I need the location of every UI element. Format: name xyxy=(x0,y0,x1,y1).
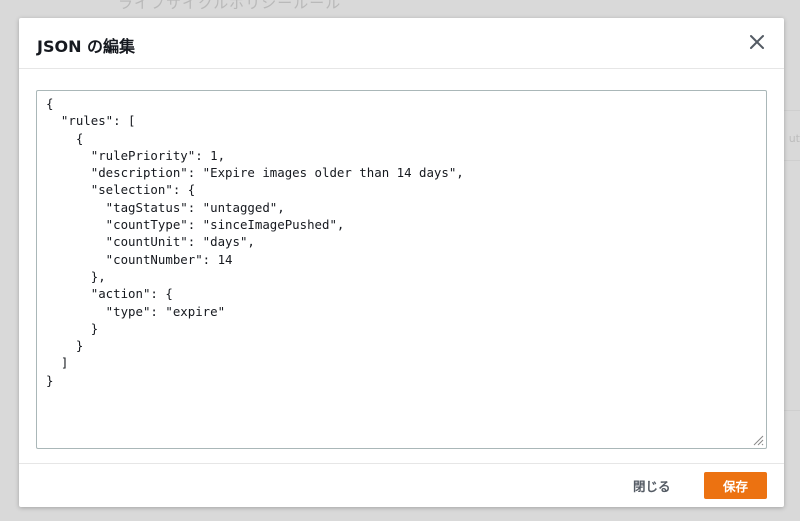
close-icon[interactable] xyxy=(748,33,766,51)
save-button[interactable]: 保存 xyxy=(704,472,767,499)
modal-title: JSON の編集 xyxy=(37,37,136,56)
resize-handle-icon[interactable] xyxy=(752,434,764,446)
json-editor-content[interactable]: { "rules": [ { "rulePriority": 1, "descr… xyxy=(37,91,766,389)
background-heading: ライフサイクルポリシールール xyxy=(118,0,342,12)
close-button[interactable]: 閉じる xyxy=(625,472,679,498)
modal-footer: 閉じる 保存 xyxy=(19,463,784,507)
modal-header: JSON の編集 xyxy=(19,18,784,69)
json-editor-textarea[interactable]: { "rules": [ { "rulePriority": 1, "descr… xyxy=(36,90,767,449)
close-icon-glyph xyxy=(750,35,764,49)
background-right-text: ut xyxy=(788,132,800,145)
modal-body: { "rules": [ { "rulePriority": 1, "descr… xyxy=(19,69,784,463)
edit-json-modal: JSON の編集 { "rules": [ { "rulePriority": … xyxy=(19,18,784,507)
page-backdrop: ライフサイクルポリシールール ut JSON の編集 { "rules": [ … xyxy=(0,0,800,521)
